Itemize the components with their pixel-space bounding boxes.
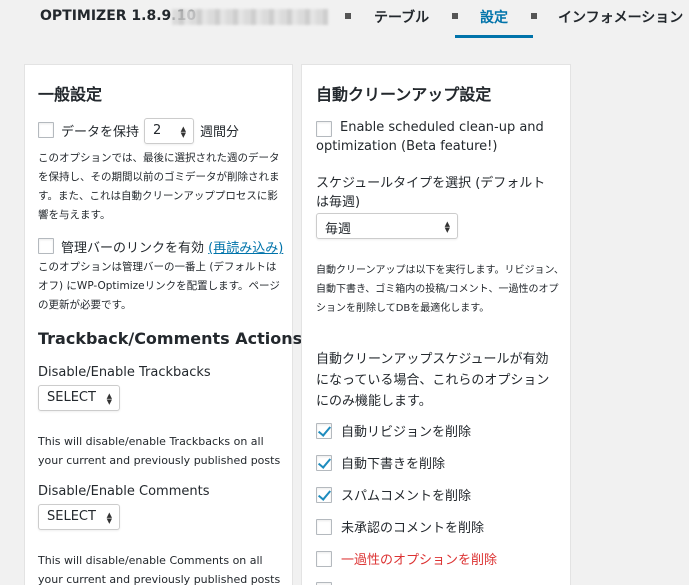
remove-revisions-checkbox[interactable] <box>316 423 332 439</box>
remove-spam-label: スパムコメントを削除 <box>341 489 472 504</box>
keep-data-checkbox[interactable] <box>38 122 54 138</box>
auto-cleanup-title: 自動クリーンアップ設定 <box>316 85 492 104</box>
select-arrows-icon: ▲ ▼ <box>180 125 186 139</box>
keep-data-label: データを保持 <box>61 125 140 140</box>
remove-spam-checkbox[interactable] <box>316 487 332 503</box>
schedule-type-select[interactable]: 毎週 ▲ ▼ <box>316 213 458 239</box>
active-tab-indicator <box>455 35 533 38</box>
trackback-comments-title: Trackback/Comments Actions <box>38 329 303 348</box>
tab-tables[interactable]: テーブル <box>374 7 429 27</box>
auto-cleanup-description: 自動クリーンアップは以下を実行します。リビジョン、自動下書き、ゴミ箱内の投稿/コ… <box>316 265 564 314</box>
nav-separator <box>452 13 458 19</box>
select-arrows-icon: ▲ ▼ <box>444 220 450 234</box>
remove-drafts-label: 自動下書きを削除 <box>341 457 446 472</box>
comments-description: This will disable/enable Comments on all… <box>38 554 281 585</box>
tab-information[interactable]: インフォメーション <box>558 7 683 27</box>
enable-scheduled-label: Enable scheduled clean-up and optimizati… <box>316 120 544 154</box>
nav-separator <box>345 13 351 19</box>
trackbacks-description: This will disable/enable Trackbacks on a… <box>38 435 281 467</box>
remove-revisions-label: 自動リビジョンを削除 <box>341 425 472 440</box>
tab-settings[interactable]: 設定 <box>480 7 508 27</box>
remove-drafts-checkbox[interactable] <box>316 455 332 471</box>
nav-separator <box>531 13 537 19</box>
general-settings-title: 一般設定 <box>38 85 103 104</box>
select-arrows-icon: ▲ ▼ <box>106 511 112 525</box>
remove-unapproved-label: 未承認のコメントを削除 <box>341 521 485 536</box>
weeks-select[interactable]: 2 ▲ ▼ <box>144 118 194 144</box>
weeks-label: 週間分 <box>200 125 240 140</box>
select-arrows-icon: ▲ ▼ <box>106 392 112 406</box>
comments-select[interactable]: SELECT ▲ ▼ <box>38 504 120 530</box>
remove-unapproved-checkbox[interactable] <box>316 519 332 535</box>
trackbacks-label: Disable/Enable Trackbacks <box>38 365 211 380</box>
enabled-note: 自動クリーンアップスケジュールが有効になっている場合、これらのオプションにのみ機… <box>316 352 550 409</box>
adminbar-description: このオプションは管理バーの一番上 (デフォルトはオフ) にWP-Optimize… <box>38 261 280 311</box>
auto-cleanup-panel: 自動クリーンアップ設定 Enable scheduled clean-up an… <box>301 64 571 585</box>
keep-data-description: このオプションでは、最後に選択された週のデータを保持し、その期間以前のゴミデータ… <box>38 152 280 221</box>
comments-label: Disable/Enable Comments <box>38 484 210 499</box>
top-nav: OPTIMIZER 1.8.9.10 テーブル 設定 インフォメーション <box>0 0 689 38</box>
remove-transient-checkbox[interactable] <box>316 551 332 567</box>
trackbacks-select[interactable]: SELECT ▲ ▼ <box>38 385 120 411</box>
schedule-type-label: スケジュールタイプを選択 (デフォルトは毎週) <box>316 176 546 210</box>
adminbar-label: 管理バーのリンクを有効 (再読み込み) <box>61 241 284 256</box>
adminbar-checkbox[interactable] <box>38 238 54 254</box>
reload-link[interactable]: (再読み込み) <box>208 241 283 256</box>
remove-transient-label: 一過性のオプションを削除 <box>341 553 498 568</box>
blurred-text <box>172 9 328 25</box>
general-settings-panel: 一般設定 データを保持 2 ▲ ▼ 週間分 このオプションでは、最後に選択された週… <box>24 64 302 585</box>
